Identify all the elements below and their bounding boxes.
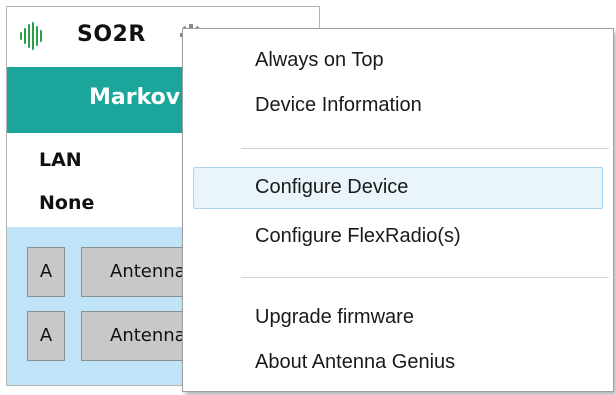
banner-title: Markov (89, 85, 181, 110)
port-a-button[interactable]: A (27, 311, 65, 361)
menu-item-upgrade-firmware[interactable]: Upgrade firmware (193, 297, 603, 339)
menu-item-configure-device[interactable]: Configure Device (193, 167, 603, 209)
port-a-button[interactable]: A (27, 247, 65, 297)
menu-item-label: Device Information (255, 94, 422, 116)
status-label: None (39, 192, 95, 214)
menu-item-label: Configure Device (255, 176, 409, 198)
app-title: SO2R (77, 22, 146, 47)
menu-item-configure-flexradio[interactable]: Configure FlexRadio(s) (193, 216, 603, 258)
menu-separator (241, 148, 609, 149)
connection-type-label: LAN (39, 149, 82, 171)
menu-item-label: Configure FlexRadio(s) (255, 225, 461, 247)
menu-item-label: About Antenna Genius (255, 351, 456, 373)
menu-item-label: Upgrade firmware (255, 306, 414, 328)
menu-item-device-information[interactable]: Device Information (193, 85, 603, 127)
context-menu: Always on Top Device Information Configu… (182, 28, 614, 392)
waveform-icon[interactable] (19, 22, 45, 50)
menu-separator (241, 277, 609, 278)
menu-item-always-on-top[interactable]: Always on Top (193, 40, 603, 82)
menu-item-about[interactable]: About Antenna Genius (193, 342, 603, 384)
menu-item-label: Always on Top (255, 49, 384, 71)
